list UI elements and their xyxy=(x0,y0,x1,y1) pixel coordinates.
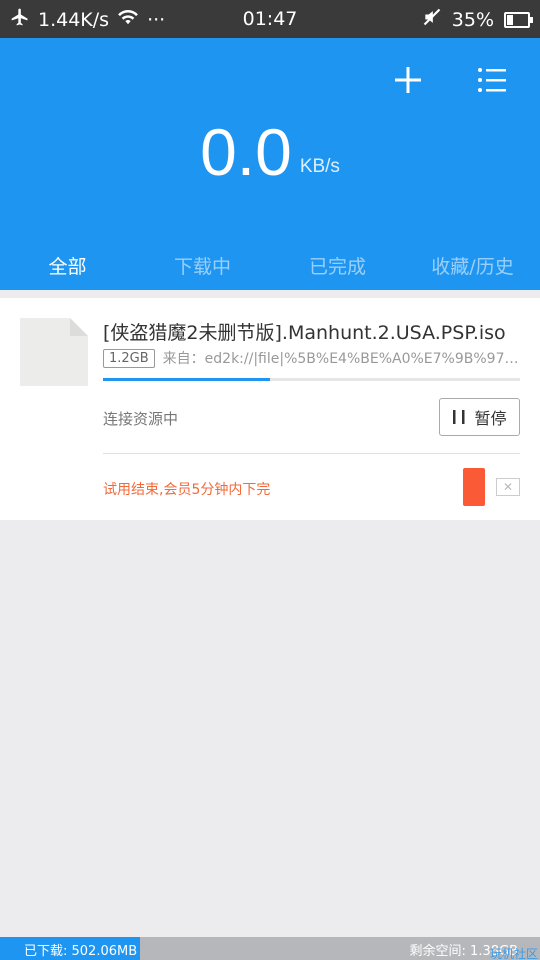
file-meta: 1.2GB 来自：ed2k://|file|%5B%E4%BE%A0%E7%9B… xyxy=(103,348,520,368)
progress-fill xyxy=(103,378,270,381)
pause-button[interactable]: 暂停 xyxy=(439,398,520,436)
divider xyxy=(103,453,520,454)
source-link: 来自：ed2k://|file|%5B%E4%BE%A0%E7%9B%97%E7… xyxy=(162,351,520,367)
trial-notice: 试用结束,会员5分钟内下完 xyxy=(103,482,271,498)
download-progress xyxy=(103,378,520,381)
file-icon xyxy=(20,318,88,386)
tab-favorites-history[interactable]: 收藏/历史 xyxy=(405,244,540,290)
header: 0.0 KB/s 全部 下载中 已完成 收藏/历史 xyxy=(0,38,540,290)
dismiss-notice-button[interactable]: ✕ xyxy=(496,478,520,496)
file-name: [侠盗猎魔2未删节版].Manhunt.2.USA.PSP.iso xyxy=(103,322,506,344)
tab-completed[interactable]: 已完成 xyxy=(270,244,405,290)
close-icon: ✕ xyxy=(502,480,514,494)
watermark-text: 玩机社区 xyxy=(489,947,538,960)
battery-icon xyxy=(504,11,533,28)
total-speed: 0.0 KB/s xyxy=(0,116,540,188)
status-bar: 1.44K/s ··· 01:47 35% xyxy=(0,0,540,38)
menu-button[interactable] xyxy=(472,60,512,100)
pause-label: 暂停 xyxy=(474,409,507,428)
vip-accelerate-button[interactable] xyxy=(463,468,485,506)
speed-unit: KB/s xyxy=(299,156,340,177)
pause-icon xyxy=(453,410,465,424)
storage-bar: 已下载: 502.06MB 剩余空间: 1.38GB xyxy=(0,937,540,960)
speed-value: 0.0 xyxy=(200,115,292,189)
plus-icon xyxy=(395,67,421,93)
download-status: 连接资源中 xyxy=(103,410,179,428)
add-task-button[interactable] xyxy=(388,60,428,100)
tab-downloading[interactable]: 下载中 xyxy=(135,244,270,290)
tab-all[interactable]: 全部 xyxy=(0,244,135,290)
list-menu-icon xyxy=(478,68,506,92)
tab-bar: 全部 下载中 已完成 收藏/历史 xyxy=(0,244,540,290)
mute-icon xyxy=(422,7,442,32)
size-badge: 1.2GB xyxy=(103,348,155,368)
battery-percent: 35% xyxy=(451,8,494,31)
download-item[interactable]: [侠盗猎魔2未删节版].Manhunt.2.USA.PSP.iso 1.2GB … xyxy=(0,298,540,520)
downloaded-size: 已下载: 502.06MB xyxy=(24,944,138,959)
